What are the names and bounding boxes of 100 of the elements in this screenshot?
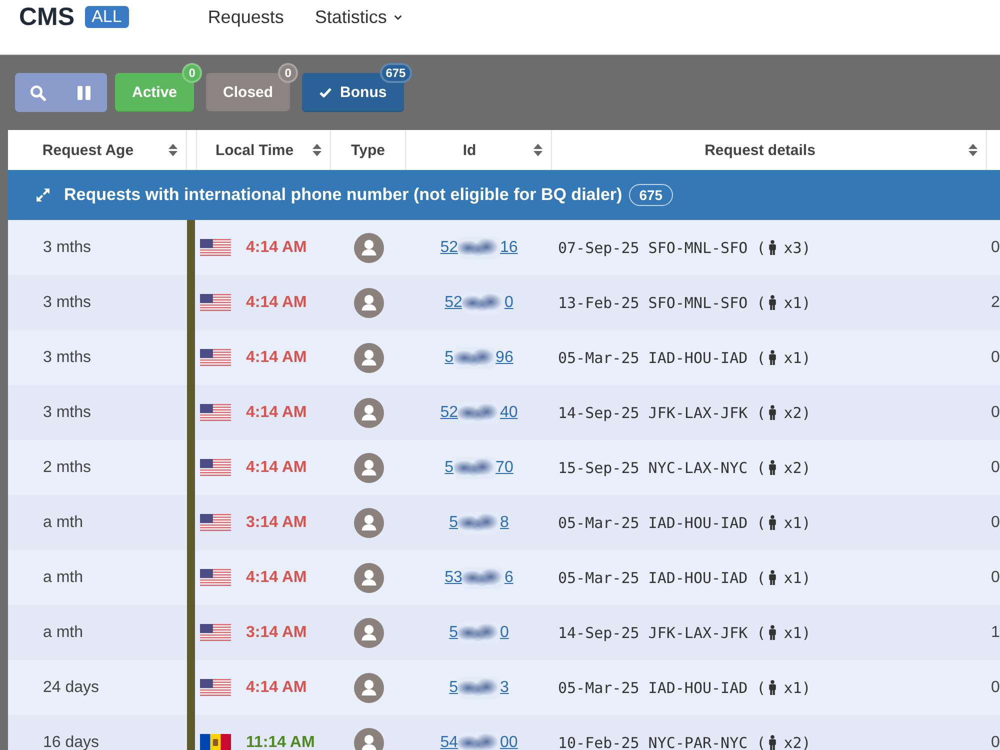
count-badge: 0 bbox=[278, 63, 298, 83]
request-details: 15-Sep-25 NYC-LAX-NYC ( bbox=[558, 458, 766, 476]
local-time: 4:14 AM bbox=[246, 678, 307, 696]
user-icon bbox=[354, 342, 384, 372]
flag-icon bbox=[200, 239, 231, 256]
person-icon bbox=[768, 405, 777, 420]
request-age: 3 mths bbox=[43, 238, 92, 256]
count-badge: 675 bbox=[380, 63, 412, 83]
user-icon bbox=[354, 452, 384, 482]
request-details: 13-Feb-25 SFO-MNL-SFO ( bbox=[558, 294, 766, 312]
table-row[interactable]: 3 mths 4:14 AM 5 96 05-Mar-25 IAD-HOU-IAD ( x1) 0 bbox=[8, 330, 1000, 385]
group-title: Requests with international phone number (not eligible for BQ dialer) bbox=[64, 185, 622, 205]
search-icon bbox=[30, 84, 46, 100]
table-cell: 0 bbox=[991, 514, 1000, 532]
request-id-link[interactable]: 5 3 bbox=[449, 676, 509, 698]
request-id-link[interactable]: 53 6 bbox=[444, 566, 514, 588]
passenger-count: x1) bbox=[784, 294, 811, 312]
flag-icon bbox=[200, 734, 231, 750]
flag-icon bbox=[200, 294, 231, 311]
table-row[interactable]: 3 mths 4:14 AM 52 40 14-Sep-25 JFK-LAX-JFK ( x2) 0 bbox=[8, 385, 1000, 440]
request-details: 14-Sep-25 JFK-LAX-JFK ( bbox=[558, 624, 766, 642]
user-icon bbox=[354, 672, 384, 702]
person-icon bbox=[768, 350, 777, 365]
request-details: 05-Mar-25 IAD-HOU-IAD ( bbox=[558, 514, 766, 532]
user-icon bbox=[354, 728, 384, 750]
nav-link[interactable]: Statistics bbox=[314, 7, 402, 27]
flag-icon bbox=[200, 624, 231, 641]
passenger-count: x1) bbox=[784, 514, 811, 532]
request-id-link[interactable]: 52 16 bbox=[440, 236, 518, 258]
request-age: 3 mths bbox=[43, 348, 92, 366]
app-logo[interactable]: CMS bbox=[19, 4, 75, 30]
passenger-count: x1) bbox=[784, 624, 811, 642]
group-header-row[interactable]: Requests with international phone number (not eligible for BQ dialer) 675 bbox=[8, 170, 1000, 220]
table-cell: 0 bbox=[991, 348, 1000, 366]
request-age: 2 mths bbox=[43, 458, 92, 476]
table-cell: 0 bbox=[991, 404, 1000, 422]
table-row[interactable]: 3 mths 4:14 AM 52 0 13-Feb-25 SFO-MNL-SFO ( x1) 2 bbox=[8, 275, 1000, 330]
local-time: 4:14 AM bbox=[246, 568, 307, 586]
user-icon bbox=[354, 562, 384, 592]
request-id-link[interactable]: 5 96 bbox=[444, 346, 514, 368]
passenger-count: x2) bbox=[784, 734, 811, 750]
person-icon bbox=[768, 515, 777, 530]
local-time: 4:14 AM bbox=[246, 294, 307, 312]
flag-icon bbox=[200, 349, 231, 366]
request-id-link[interactable]: 5 8 bbox=[449, 512, 509, 534]
person-icon bbox=[768, 295, 777, 310]
request-details: 05-Mar-25 IAD-HOU-IAD ( bbox=[558, 678, 766, 696]
blurred-redaction bbox=[454, 456, 496, 478]
pause-button[interactable] bbox=[61, 73, 107, 112]
request-details: 07-Sep-25 SFO-MNL-SFO ( bbox=[558, 238, 766, 256]
person-icon bbox=[768, 570, 777, 585]
count-badge: 0 bbox=[182, 63, 202, 83]
flag-icon bbox=[200, 459, 231, 476]
request-age: 3 mths bbox=[43, 294, 92, 312]
blurred-redaction bbox=[458, 236, 500, 258]
flag-icon bbox=[200, 679, 231, 696]
scope-badge: ALL bbox=[84, 6, 129, 28]
search-button[interactable] bbox=[15, 73, 61, 112]
table-cell: 1 bbox=[991, 624, 1000, 642]
request-id-link[interactable]: 52 40 bbox=[440, 402, 518, 424]
request-id-link[interactable]: 5 70 bbox=[444, 456, 514, 478]
request-age: 3 mths bbox=[43, 404, 92, 422]
passenger-count: x1) bbox=[784, 348, 811, 366]
request-age: 24 days bbox=[43, 678, 100, 696]
request-age: a mth bbox=[43, 568, 84, 586]
local-time: 4:14 AM bbox=[246, 238, 307, 256]
table-row[interactable]: 24 days 4:14 AM 5 3 05-Mar-25 IAD-HOU-IAD ( x1) 0 bbox=[8, 660, 1000, 715]
table-cell: 0 bbox=[991, 568, 1000, 586]
request-age: a mth bbox=[43, 514, 84, 532]
request-id-link[interactable]: 54 00 bbox=[440, 732, 518, 750]
table-cell: 0 bbox=[991, 734, 1000, 750]
request-age: 16 days bbox=[43, 734, 100, 750]
request-details: 05-Mar-25 IAD-HOU-IAD ( bbox=[558, 568, 766, 586]
user-icon bbox=[354, 618, 384, 648]
request-id-link[interactable]: 52 0 bbox=[444, 292, 514, 314]
person-icon bbox=[768, 460, 777, 475]
blurred-redaction bbox=[454, 346, 496, 368]
local-time: 3:14 AM bbox=[246, 514, 307, 532]
blurred-redaction bbox=[458, 676, 500, 698]
group-count-badge: 675 bbox=[629, 184, 673, 206]
passenger-count: x2) bbox=[784, 458, 811, 476]
person-icon bbox=[768, 625, 777, 640]
nav-link[interactable]: Requests bbox=[208, 7, 284, 27]
request-age: a mth bbox=[43, 624, 84, 642]
table-row[interactable]: 3 mths 4:14 AM 52 16 07-Sep-25 SFO-MNL-SFO ( x3) 0 bbox=[8, 220, 1000, 275]
request-details: 14-Sep-25 JFK-LAX-JFK ( bbox=[558, 404, 766, 422]
table-row[interactable]: 16 days 11:14 AM 54 00 10-Feb-25 NYC-PAR-NYC ( x2) 0 bbox=[8, 715, 1000, 750]
expand-icon[interactable] bbox=[35, 187, 51, 203]
table-row[interactable]: a mth 3:14 AM 5 0 14-Sep-25 JFK-LAX-JFK ( x1) 1 bbox=[8, 605, 1000, 660]
table-cell: 0 bbox=[991, 678, 1000, 696]
table-row[interactable]: a mth 3:14 AM 5 8 05-Mar-25 IAD-HOU-IAD ( x1) 0 bbox=[8, 495, 1000, 550]
request-id-link[interactable]: 5 0 bbox=[449, 622, 509, 644]
blurred-redaction bbox=[462, 566, 504, 588]
passenger-count: x2) bbox=[784, 404, 811, 422]
person-icon bbox=[768, 240, 777, 255]
table-row[interactable]: a mth 4:14 AM 53 6 05-Mar-25 IAD-HOU-IAD ( x1) 0 bbox=[8, 550, 1000, 605]
table-row[interactable]: 2 mths 4:14 AM 5 70 15-Sep-25 NYC-LAX-NYC ( x2) 0 bbox=[8, 440, 1000, 495]
local-time: 3:14 AM bbox=[246, 624, 307, 642]
person-icon bbox=[768, 680, 777, 695]
local-time: 4:14 AM bbox=[246, 404, 307, 422]
